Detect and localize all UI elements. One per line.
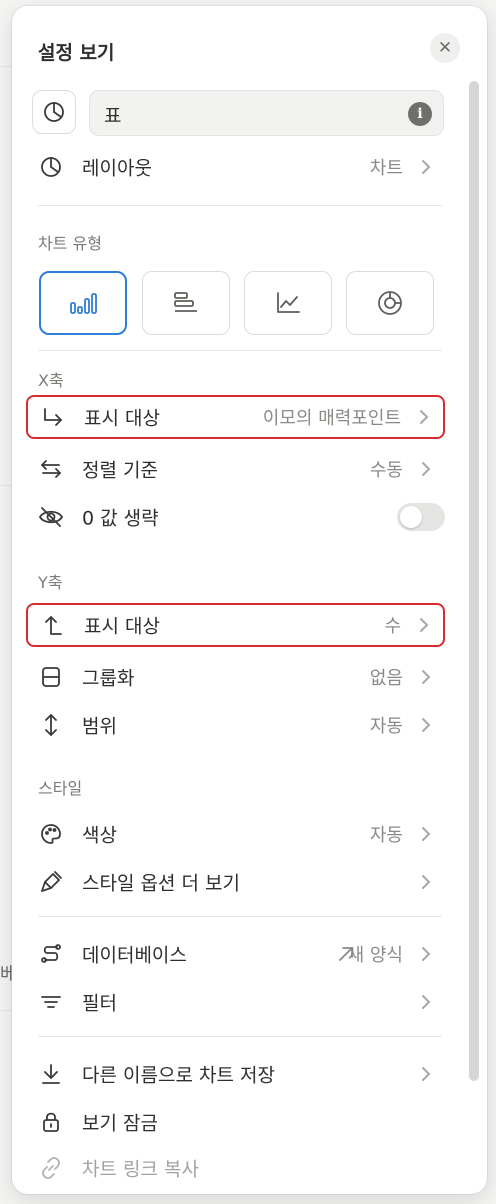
chart-type-line[interactable] [244, 271, 332, 335]
divider [38, 350, 442, 351]
eye-slash-icon [38, 504, 64, 530]
x-axis-omit-zero-label: 0 값 생략 [82, 507, 159, 530]
copy-chart-link-label: 차트 링크 복사 [82, 1158, 199, 1181]
view-name-input[interactable] [102, 91, 406, 137]
x-axis-sort-value: 수동 [369, 460, 403, 481]
chart-type-section-label: 차트 유형 [38, 234, 102, 253]
divider [38, 916, 442, 917]
toggle-knob [400, 506, 422, 528]
layout-row[interactable]: 레이아웃 차트 [26, 145, 445, 189]
view-settings-panel: 설정 보기 ✕ i 레이아웃 차트 차트 유형 [12, 6, 487, 1194]
chevron-right-icon [420, 618, 429, 632]
chevron-right-icon [422, 670, 431, 684]
vertical-bar-chart-icon [70, 293, 97, 314]
x-axis-show-row[interactable]: 표시 대상 이모의 매력포인트 [26, 395, 445, 439]
close-button[interactable]: ✕ [430, 33, 460, 63]
x-axis-section-label: X축 [38, 371, 64, 390]
palette-icon [38, 821, 64, 847]
arrow-turn-right-icon [40, 404, 66, 430]
database-value: 새 양식 [347, 945, 403, 966]
panel-title: 설정 보기 [38, 42, 115, 64]
vertical-arrows-icon [38, 712, 64, 738]
style-color-value: 자동 [369, 825, 403, 846]
divider [38, 1036, 442, 1037]
x-axis-sort-row[interactable]: 정렬 기준 수동 [26, 447, 445, 491]
x-axis-show-value: 이모의 매력포인트 [262, 408, 401, 429]
chevron-right-icon [422, 160, 431, 174]
chart-type-donut[interactable] [346, 271, 434, 335]
database-label: 데이터베이스 [82, 944, 187, 967]
swap-arrows-icon [38, 456, 64, 482]
layout-label: 레이아웃 [82, 157, 152, 180]
chart-type-vertical-bar[interactable] [39, 271, 127, 335]
arrow-turn-up-icon [40, 612, 66, 638]
style-color-label: 색상 [82, 824, 117, 847]
chart-pie-icon [44, 102, 64, 122]
lock-view-row[interactable]: 보기 잠금 [26, 1100, 445, 1144]
chevron-right-icon [422, 827, 431, 841]
y-axis-range-row[interactable]: 범위 자동 [26, 703, 445, 747]
y-axis-show-value: 수 [384, 616, 401, 637]
database-link-icon [38, 941, 64, 967]
info-icon[interactable]: i [408, 102, 432, 126]
divider [38, 205, 442, 206]
chevron-right-icon [422, 1067, 431, 1081]
x-axis-omit-zero-row[interactable]: 0 값 생략 [26, 495, 445, 539]
filter-icon [38, 989, 64, 1015]
chart-pie-icon [38, 154, 64, 180]
style-section-label: 스타일 [38, 779, 83, 798]
chevron-right-icon [422, 947, 431, 961]
filter-row[interactable]: 필터 [26, 980, 445, 1024]
download-arrow-icon [38, 1061, 64, 1087]
y-axis-range-value: 자동 [369, 716, 403, 737]
database-row[interactable]: 데이터베이스 새 양식 [26, 932, 445, 976]
omit-zero-toggle[interactable] [397, 503, 445, 531]
lock-icon [38, 1109, 64, 1135]
chart-type-horizontal-bar[interactable] [142, 271, 230, 335]
scrollbar[interactable] [469, 81, 479, 1081]
link-icon [38, 1155, 64, 1181]
save-as-chart-row[interactable]: 다른 이름으로 차트 저장 [26, 1052, 445, 1096]
view-icon-button[interactable] [32, 90, 76, 134]
style-color-row[interactable]: 색상 자동 [26, 812, 445, 856]
filter-label: 필터 [82, 992, 117, 1015]
paint-brush-icon [38, 869, 64, 895]
x-axis-sort-label: 정렬 기준 [82, 459, 158, 482]
chevron-right-icon [422, 462, 431, 476]
y-axis-group-label: 그룹화 [82, 667, 135, 690]
lock-view-label: 보기 잠금 [82, 1112, 158, 1135]
chevron-right-icon [422, 995, 431, 1009]
y-axis-show-label: 표시 대상 [84, 615, 160, 638]
save-as-chart-label: 다른 이름으로 차트 저장 [82, 1064, 275, 1087]
chevron-right-icon [422, 875, 431, 889]
scrollbar-thumb[interactable] [469, 81, 479, 1081]
y-axis-group-row[interactable]: 그룹화 없음 [26, 655, 445, 699]
close-icon: ✕ [437, 38, 453, 58]
style-more-options-row[interactable]: 스타일 옵션 더 보기 [26, 860, 445, 904]
y-axis-section-label: Y축 [38, 573, 63, 592]
donut-chart-icon [378, 291, 402, 315]
copy-chart-link-row[interactable]: 차트 링크 복사 [26, 1146, 445, 1190]
y-axis-show-row[interactable]: 표시 대상 수 [26, 603, 445, 647]
x-axis-show-label: 표시 대상 [84, 407, 160, 430]
style-more-options-label: 스타일 옵션 더 보기 [82, 872, 240, 895]
chevron-right-icon [420, 410, 429, 424]
view-name-field[interactable]: i [89, 90, 444, 137]
group-icon [38, 664, 64, 690]
layout-value: 차트 [369, 158, 403, 179]
y-axis-group-value: 없음 [369, 668, 403, 689]
line-chart-icon [277, 292, 300, 313]
chevron-right-icon [422, 718, 431, 732]
y-axis-range-label: 범위 [82, 715, 117, 738]
horizontal-bar-chart-icon [174, 292, 197, 312]
